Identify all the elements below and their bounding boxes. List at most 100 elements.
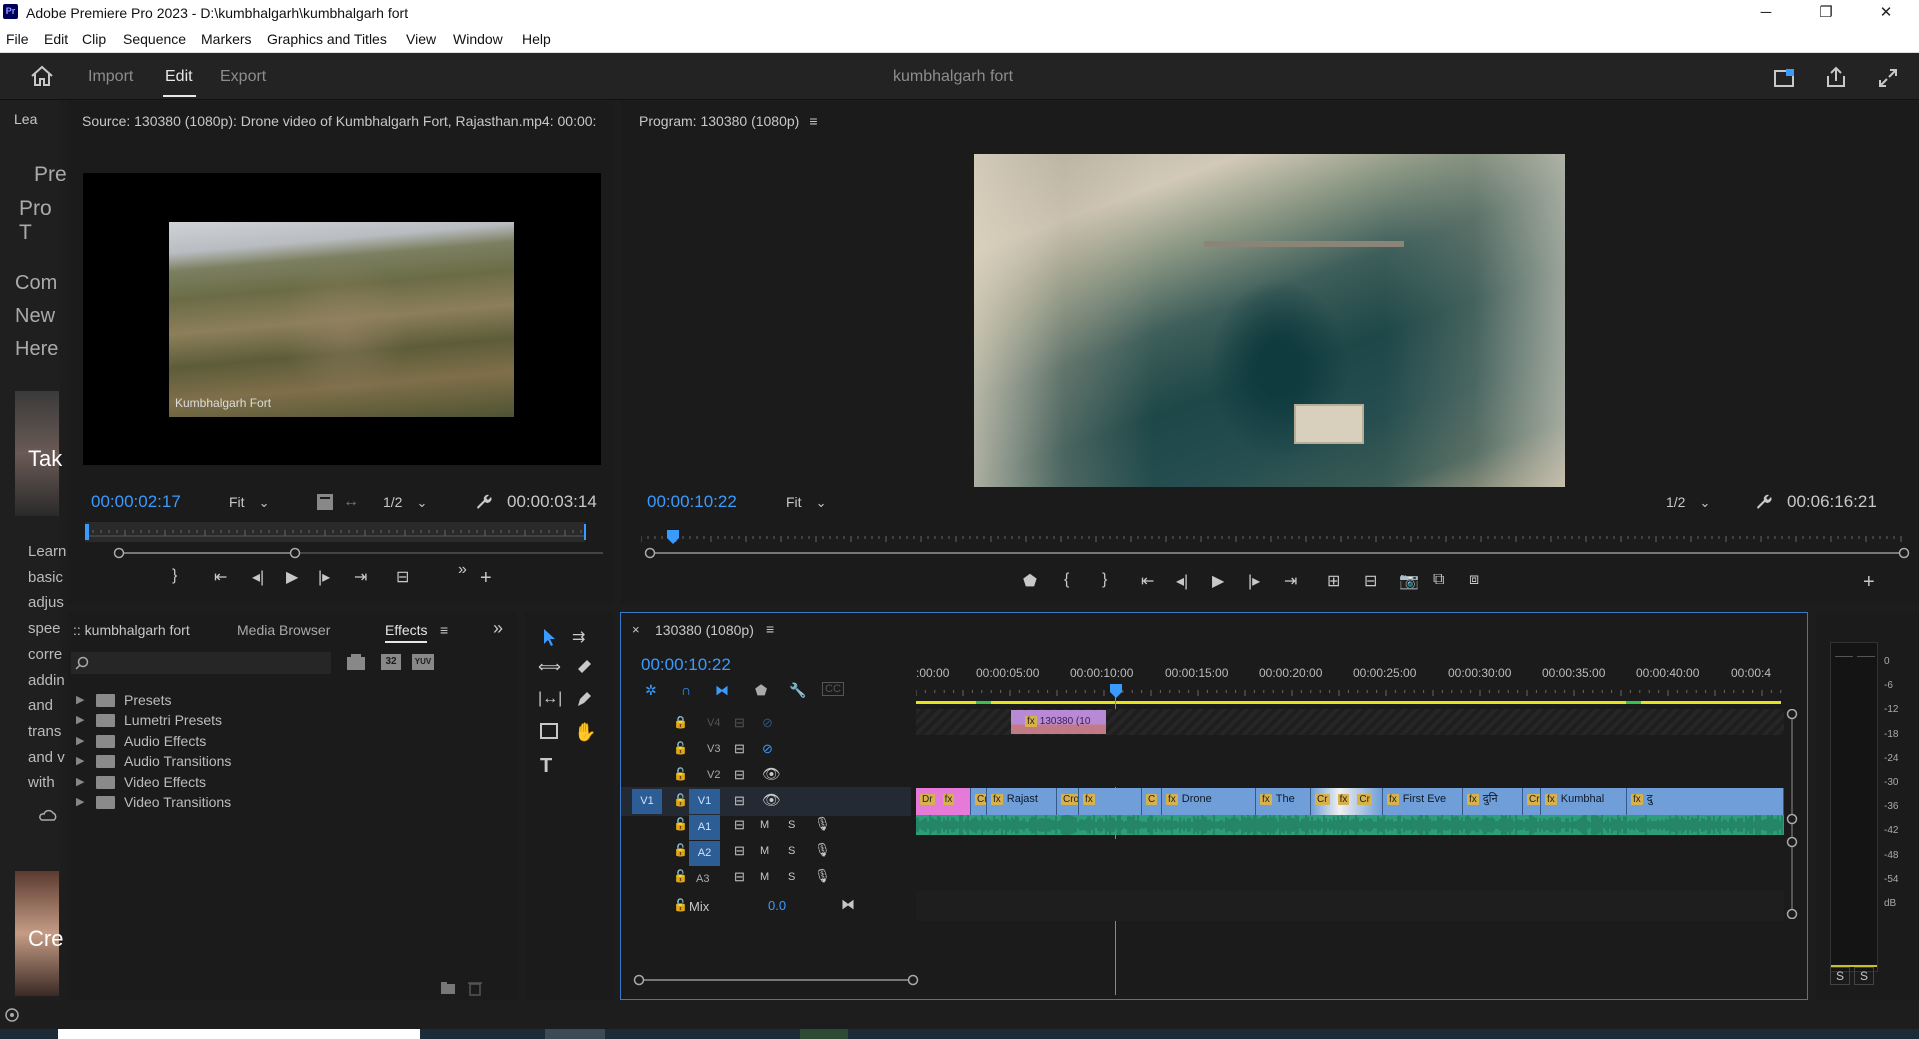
v2-lane[interactable] <box>916 761 1784 787</box>
go-to-out-icon[interactable]: ⇥ <box>354 567 367 587</box>
sync-lock-icon[interactable]: ⊟ <box>734 843 745 859</box>
timeline-playhead-handle[interactable] <box>1109 683 1123 699</box>
a3-lane[interactable] <box>916 865 1784 891</box>
source-out-marker[interactable] <box>584 524 586 540</box>
close-sequence-icon[interactable]: × <box>632 622 640 637</box>
v1-clip[interactable]: Cr fx Cr <box>1311 788 1383 815</box>
pen-tool-icon[interactable] <box>575 690 593 708</box>
a1-lane-audio-clip[interactable] <box>916 815 1784 835</box>
new-bin-icon[interactable] <box>440 981 456 995</box>
taskbar-item[interactable] <box>545 1029 605 1039</box>
program-fit-dropdown[interactable]: Fit <box>786 494 826 511</box>
v1-clip[interactable]: C <box>1142 788 1162 815</box>
selection-tool-icon[interactable] <box>539 627 559 647</box>
mark-out-icon-program[interactable]: } <box>1102 571 1107 589</box>
program-zoom-scrollbar[interactable] <box>644 546 1914 560</box>
work-area-bar[interactable] <box>916 701 1781 704</box>
sync-lock-icon[interactable]: ⊟ <box>734 793 745 809</box>
source-video-frame[interactable]: Kumbhalgarh Fort <box>83 173 601 465</box>
timeline-horizontal-scrollbar[interactable] <box>633 973 919 987</box>
razor-tool-icon[interactable] <box>575 657 593 675</box>
wrench-icon[interactable] <box>474 492 492 510</box>
accelerated-effects-icon[interactable] <box>346 653 368 671</box>
lock-icon[interactable]: 🔓 <box>673 741 688 755</box>
type-tool-icon[interactable]: T <box>540 755 552 778</box>
eye-icon[interactable]: 👁 <box>762 765 781 783</box>
more-controls-icon[interactable]: » <box>458 561 467 579</box>
source-zoom-scrollbar[interactable] <box>113 546 613 560</box>
linked-selection-icon[interactable]: ⧓ <box>715 682 729 699</box>
source-in-marker[interactable] <box>85 524 89 540</box>
source-time-ruler[interactable] <box>85 522 586 542</box>
proxy-toggle-icon[interactable]: ⧈ <box>1469 571 1479 589</box>
lock-icon[interactable]: 🔓 <box>673 793 688 807</box>
mark-out-icon[interactable]: } <box>172 567 177 585</box>
microphone-icon[interactable]: 🎙 <box>814 842 831 858</box>
menu-markers[interactable]: Markers <box>201 31 252 47</box>
lock-icon[interactable]: 🔓 <box>673 817 688 831</box>
timeline-ruler[interactable]: :00:00 00:00:05:00 00:00:10:00 00:00:15:… <box>916 666 1784 706</box>
effects-tab[interactable]: Effects <box>385 622 428 638</box>
go-to-in-icon[interactable]: ⇤ <box>214 567 227 587</box>
play-icon[interactable]: ▶ <box>286 567 298 587</box>
track-target-v1[interactable]: V1 <box>689 789 720 814</box>
program-video-frame[interactable] <box>974 154 1565 487</box>
go-to-out-icon-program[interactable]: ⇥ <box>1284 571 1297 591</box>
workspace-import-tab[interactable]: Import <box>88 68 133 86</box>
v1-clip[interactable]: Dr fx <box>916 788 971 815</box>
program-wrench-icon[interactable] <box>1754 492 1772 510</box>
step-forward-icon[interactable]: |▸ <box>318 567 330 587</box>
menu-graphics[interactable]: Graphics and Titles <box>267 31 387 47</box>
mix-lane[interactable] <box>916 891 1784 921</box>
v1-clip[interactable]: fx Drone <box>1162 788 1256 815</box>
sync-lock-icon[interactable]: ⊟ <box>734 869 745 885</box>
mix-pan-icon[interactable]: ⧓ <box>841 896 855 913</box>
export-frame-camera-icon[interactable]: 📷 <box>1399 571 1419 591</box>
microphone-icon[interactable]: 🎙 <box>814 868 831 884</box>
lock-icon[interactable]: 🔓 <box>673 869 688 883</box>
v1-clip[interactable]: fx Rajast <box>987 788 1057 815</box>
source-fit-dropdown[interactable]: Fit <box>229 494 269 511</box>
captions-icon[interactable]: CC <box>822 682 844 696</box>
eye-hidden-icon[interactable]: ⊘ <box>762 715 773 731</box>
source-header[interactable]: Source: 130380 (1080p): Drone video of K… <box>82 113 596 129</box>
step-forward-icon-program[interactable]: |▸ <box>1248 571 1260 591</box>
step-back-icon[interactable]: ◂| <box>252 567 264 587</box>
timeline-vertical-scrollbar[interactable] <box>1785 709 1799 919</box>
lock-icon[interactable]: 🔓 <box>673 767 688 781</box>
timeline-playhead-timecode[interactable]: 00:00:10:22 <box>641 655 731 675</box>
taskbar-window-thumb[interactable] <box>58 1029 420 1039</box>
workspace-export-tab[interactable]: Export <box>220 68 266 86</box>
menu-window[interactable]: Window <box>453 31 503 47</box>
32bit-effects-icon[interactable]: 32 <box>381 654 401 670</box>
taskbar-item[interactable] <box>800 1029 848 1039</box>
delete-icon[interactable] <box>468 980 482 996</box>
source-patch-v1[interactable]: V1 <box>632 789 662 814</box>
v1-clip[interactable]: fx The <box>1256 788 1311 815</box>
lift-icon[interactable]: ⊞ <box>1327 571 1340 591</box>
add-marker-icon[interactable]: ⬟ <box>1023 571 1037 591</box>
v3-lane[interactable] <box>916 735 1784 761</box>
solo-button[interactable]: S <box>788 871 795 883</box>
lock-icon[interactable]: 🔓 <box>673 898 688 912</box>
comparison-view-icon[interactable]: ⧉ <box>1433 571 1444 589</box>
sequence-tab[interactable]: 130380 (1080p) <box>655 622 754 638</box>
source-resolution-dropdown[interactable]: 1/2 <box>383 494 427 511</box>
mark-in-icon[interactable]: { <box>1064 571 1069 589</box>
v1-clip[interactable]: fx First Eve <box>1383 788 1463 815</box>
sync-lock-icon[interactable]: ⊟ <box>734 767 745 783</box>
yuv-effects-icon[interactable]: YUV <box>412 654 434 670</box>
close-window-button[interactable]: ✕ <box>1863 0 1909 25</box>
sync-lock-icon[interactable]: ⊟ <box>734 741 745 757</box>
effects-panel-menu-icon[interactable]: ≡ <box>440 622 448 638</box>
tutorial-thumbnail-1[interactable]: Tak <box>15 391 62 516</box>
learn-tab[interactable]: Lea <box>14 111 37 127</box>
menu-sequence[interactable]: Sequence <box>123 31 186 47</box>
track-select-tool-icon[interactable]: ⇉ <box>572 627 585 647</box>
program-resolution-dropdown[interactable]: 1/2 <box>1666 494 1710 511</box>
snap-magnet-icon[interactable]: ∩ <box>681 682 691 698</box>
workspace-menu-icon[interactable] <box>1774 68 1796 88</box>
go-to-in-icon-program[interactable]: ⇤ <box>1141 571 1154 591</box>
program-playhead[interactable] <box>667 530 679 544</box>
mute-button[interactable]: M <box>760 819 769 831</box>
